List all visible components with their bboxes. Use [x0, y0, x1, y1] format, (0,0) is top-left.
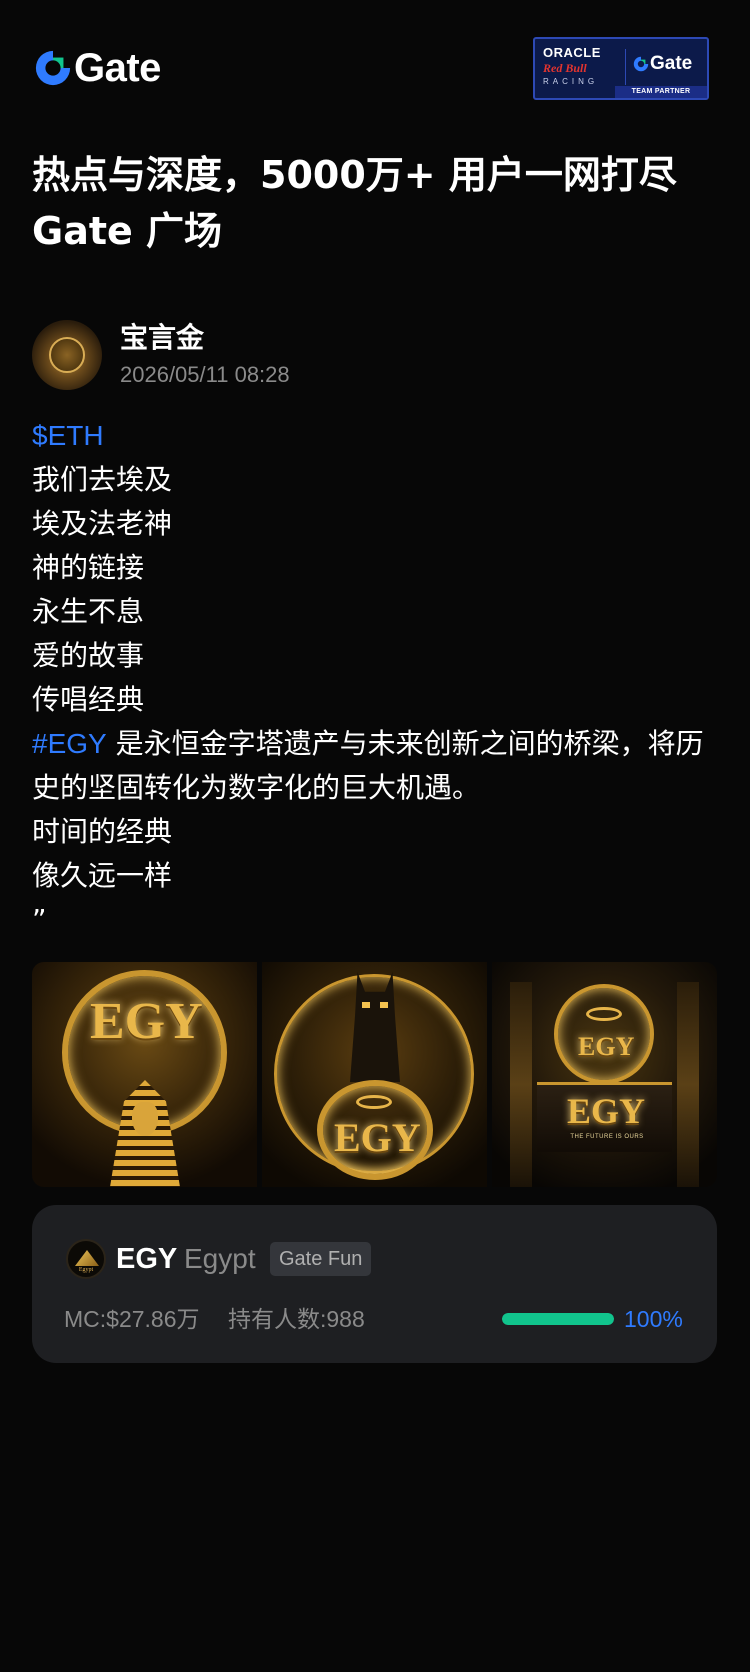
gate-fun-badge: Gate Fun — [270, 1242, 372, 1276]
image-tagline: THE FUTURE IS OURS — [570, 1134, 644, 1140]
token-name: Egypt — [184, 1243, 256, 1274]
headline-line-2: Gate 广场 — [32, 209, 223, 253]
closing-quote: ” — [32, 903, 47, 936]
obelisk-right — [677, 982, 699, 1187]
headline-line-1: 热点与深度，5000万+ 用户一网打尽 — [32, 153, 677, 197]
egy-label-bottom: EGY — [567, 1091, 646, 1131]
post-line: 神的链接 — [32, 551, 145, 584]
redbull-text: Red Bull — [543, 61, 587, 75]
author-name[interactable]: 宝言金 — [120, 320, 204, 356]
holder-count: 持有人数:988 — [228, 1306, 365, 1332]
gate-logo[interactable]: Gate — [34, 46, 161, 90]
pyramid-icon — [75, 1250, 99, 1266]
gate-mini-icon — [633, 56, 649, 72]
post-image-cat[interactable]: EGY — [262, 962, 487, 1187]
post-line: 我们去埃及 — [32, 463, 173, 496]
token-logo-icon: Egypt — [66, 1239, 106, 1279]
gate-logo-text: Gate — [74, 45, 161, 90]
token-card[interactable]: Egypt EGY Egypt Gate Fun MC:$27.86万 持有人数… — [32, 1205, 717, 1363]
gate-logo-icon — [35, 50, 71, 86]
page-headline: 热点与深度，5000万+ 用户一网打尽 Gate 广场 — [32, 147, 722, 259]
hashtag-paragraph-text: 是永恒金字塔遗产与未来创新之间的桥梁，将历史的坚固转化为数字化的巨大机遇。 — [32, 727, 704, 804]
egy-label-top: EGY — [578, 1032, 635, 1061]
post-paragraph: #EGY 是永恒金字塔遗产与未来创新之间的桥梁，将历史的坚固转化为数字化的巨大机… — [32, 722, 727, 810]
racing-text: RACING — [543, 77, 599, 86]
progress-bar-fill — [502, 1313, 614, 1325]
top-header: Gate ORACLE Red Bull RACING Gate TEAM PA… — [0, 0, 750, 130]
token-symbol: EGY — [116, 1243, 178, 1275]
progress-percent: 100% — [624, 1306, 683, 1332]
post-image-gallery: EGY EGY EGY EGY THE FUTURE IS OURS — [32, 962, 717, 1187]
partner-gate-logo: Gate — [633, 53, 692, 75]
partner-divider — [625, 49, 626, 85]
avatar-coin — [49, 337, 85, 373]
market-cap: MC:$27.86万 — [64, 1306, 200, 1332]
cat-eyes — [362, 1002, 388, 1008]
pharaoh-face — [132, 1102, 158, 1136]
eye-of-horus-icon — [356, 1095, 392, 1109]
post-line: 爱的故事 — [32, 639, 145, 672]
post-timestamp: 2026/05/11 08:28 — [120, 362, 290, 387]
post-author: 宝言金 2026/05/11 08:28 — [32, 320, 722, 392]
post-image-monument[interactable]: EGY EGY THE FUTURE IS OURS — [492, 962, 717, 1187]
team-partner-strip: TEAM PARTNER — [615, 86, 707, 98]
hashtag-egy[interactable]: #EGY — [32, 728, 107, 759]
post-image-pharaoh[interactable]: EGY — [32, 962, 257, 1187]
cashtag-eth[interactable]: $ETH — [32, 414, 727, 458]
egy-label: EGY — [90, 993, 203, 1050]
post-content: $ETH 我们去埃及 埃及法老神 神的链接 永生不息 爱的故事 传唱经典 #EG… — [32, 414, 727, 942]
avatar[interactable] — [32, 320, 102, 390]
egy-label: EGY — [334, 1115, 421, 1160]
progress-bar — [502, 1313, 614, 1325]
post-line: 永生不息 — [32, 595, 145, 628]
post-line: 传唱经典 — [32, 683, 145, 716]
oracle-text: ORACLE — [543, 45, 601, 60]
post-line: 像久远一样 — [32, 859, 173, 892]
post-line: 时间的经典 — [32, 815, 173, 848]
eye-of-horus-icon — [586, 1007, 622, 1021]
post-line: 埃及法老神 — [32, 507, 173, 540]
obelisk-left — [510, 982, 532, 1187]
redbull-partner-badge: ORACLE Red Bull RACING Gate TEAM PARTNER — [533, 37, 709, 100]
